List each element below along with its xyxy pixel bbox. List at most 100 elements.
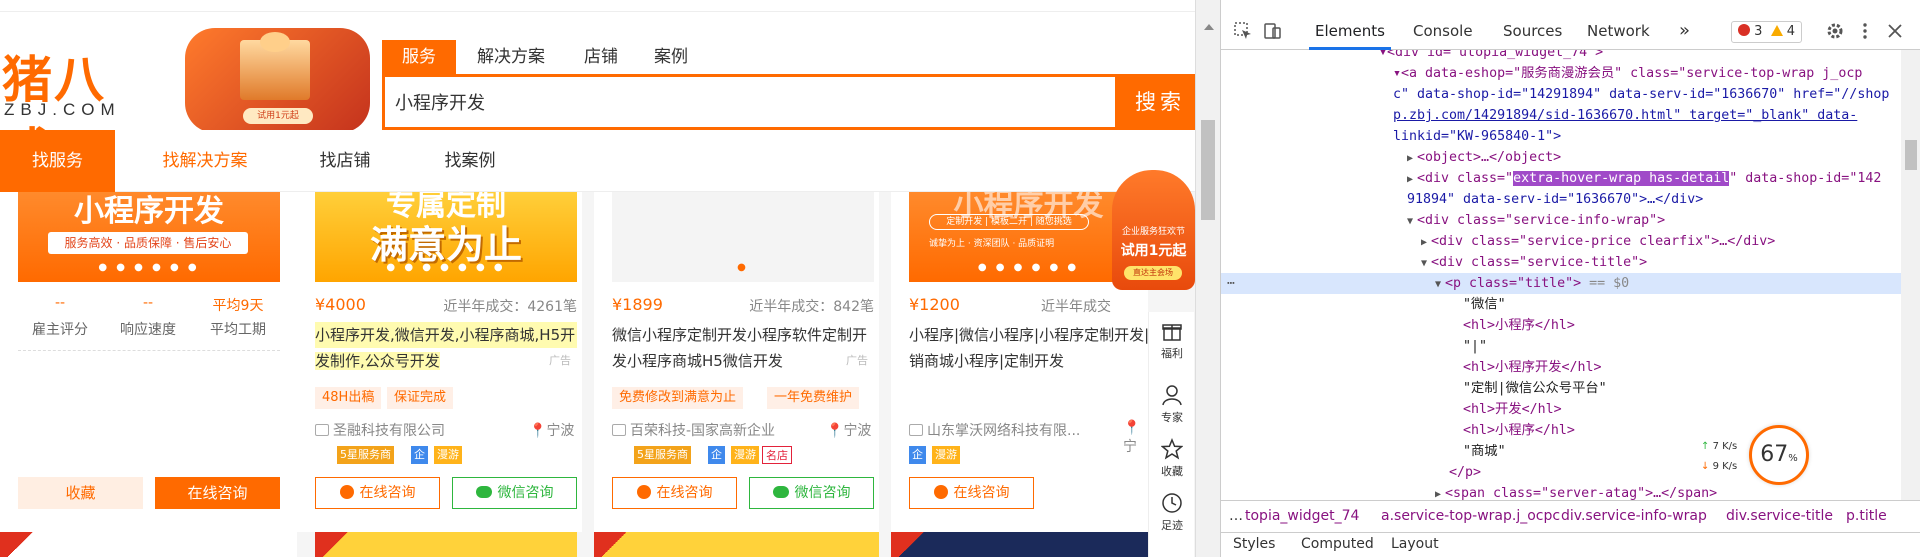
search-tab-case[interactable]: 案例 [636, 40, 706, 74]
gear-icon[interactable] [1825, 21, 1845, 41]
scroll-thumb[interactable] [1201, 120, 1215, 220]
dom-link-text[interactable]: p.zbj.com/14291894/sid-1636670.html" tar… [1393, 108, 1857, 123]
subtab-computed[interactable]: Computed [1301, 536, 1374, 552]
download-speed-text: 9 K/s [1712, 461, 1738, 472]
dom-node-text: "|" [1463, 339, 1488, 354]
service-card[interactable]: 小程序开发 定制开发 | 模板二开 | 随您挑选 诚挚为上 · 资深团队 · 品… [891, 192, 1148, 532]
tab-network[interactable]: Network [1587, 12, 1650, 50]
service-title-line: 小程序开发,微信开发,小程序商城,H5开 [315, 322, 577, 348]
close-icon[interactable] [1885, 21, 1905, 41]
online-consult-button[interactable]: 在线咨询 [612, 477, 737, 509]
service-banner[interactable]: ● [612, 192, 874, 282]
device-toolbar-icon[interactable] [1263, 21, 1283, 41]
dom-node[interactable]: ▶ <div class="service-price clearfix">…</… [1221, 231, 1901, 252]
scroll-thumb[interactable] [1905, 140, 1917, 170]
kebab-menu-icon[interactable] [1855, 21, 1875, 41]
shop-banner[interactable]: 小程序开发 服务高效 · 品质保障 · 售后安心 ● ● ● ● ● ● [18, 192, 280, 282]
search-tab-shop[interactable]: 店铺 [566, 40, 636, 74]
dom-tree[interactable]: ▾<div id="utopia_widget_74"> ▾<a data-es… [1221, 50, 1901, 500]
dom-text-node[interactable]: "定制|微信公众号平台" [1221, 378, 1901, 399]
breadcrumb-item[interactable]: div.service-title [1726, 501, 1833, 531]
subtab-layout[interactable]: Layout [1391, 536, 1439, 552]
side-item-favorite[interactable]: 收藏 [1149, 438, 1195, 479]
dom-node[interactable]: ▼ <div class="service-info-wrap"> [1221, 210, 1901, 231]
btn-label: 在线咨询 [656, 485, 713, 501]
carousel-dots[interactable]: ● ● ● ● ● ● ● [315, 262, 577, 273]
search-tab-solution[interactable]: 解决方案 [456, 40, 566, 74]
service-card[interactable]: ● ¥1899 近半年成交：842笔 微信小程序定制开发小程序软件定制开 发小程… [594, 192, 879, 532]
tab-console[interactable]: Console [1413, 12, 1473, 50]
nav-find-service[interactable]: 找服务 [0, 130, 115, 192]
dom-node[interactable]: ▾<div id="utopia_widget_74"> [1221, 50, 1901, 63]
dom-node-cont: 91894" data-serv-id="1636670">…</div> [1221, 189, 1901, 210]
service-card[interactable]: 专属定制 满意为止 ● ● ● ● ● ● ● ¥4000 近半年成交：4261… [297, 192, 582, 532]
side-item-history[interactable]: 足迹 [1149, 492, 1195, 533]
carousel-dots[interactable]: ● ● ● ● ● ● [18, 262, 280, 273]
nav-find-solution[interactable]: 找解决方案 [130, 130, 280, 192]
memory-gauge[interactable]: 67% [1749, 425, 1809, 485]
dom-text-node[interactable]: "微信" [1221, 294, 1901, 315]
shop-name[interactable]: 山东掌沃网络科技有限... [909, 420, 1080, 440]
festival-float-badge[interactable]: 企业服务狂欢节 试用1元起 直达主会场 [1112, 170, 1195, 290]
wechat-icon [772, 486, 789, 498]
site-logo[interactable]: 猪八戒 ZBJ.COM [0, 40, 150, 181]
service-title[interactable]: 小程序开发,微信开发,小程序商城,H5开 发制作,公众号开发 [315, 322, 577, 374]
nav-find-shop[interactable]: 找店铺 [280, 130, 410, 192]
devtools-scrollbar[interactable] [1901, 50, 1920, 500]
inspect-element-icon[interactable] [1233, 21, 1253, 41]
search-tab-service[interactable]: 服务 [382, 40, 456, 74]
issues-counter[interactable]: 3 4 [1731, 21, 1802, 43]
online-consult-button[interactable]: 在线咨询 [909, 477, 1034, 509]
scroll-up-arrow[interactable] [1204, 24, 1214, 30]
subtab-styles[interactable]: Styles [1233, 536, 1275, 552]
dom-node-text: " data-shop-id="142 [1729, 171, 1882, 186]
dom-node[interactable]: ▶ <div class="extra-hover-wrap has-detail… [1221, 168, 1901, 189]
dom-node-selected[interactable]: ⋯ ▼ <p class="title"> == $0 [1221, 273, 1901, 294]
dom-node-text: <div class="service-title"> [1431, 255, 1648, 270]
favorite-button[interactable]: 收藏 [18, 477, 143, 509]
wechat-consult-button[interactable]: 微信咨询 [452, 477, 577, 509]
online-consult-button[interactable]: 在线咨询 [315, 477, 440, 509]
dom-node-text: <div class=" [1417, 171, 1514, 186]
shop-name[interactable]: 圣融科技有限公司 [315, 420, 445, 440]
breadcrumb-item[interactable]: p.title [1846, 501, 1887, 531]
online-consult-button[interactable]: 在线咨询 [155, 477, 280, 509]
dom-node[interactable]: <hl>开发</hl> [1221, 399, 1901, 420]
dom-text-node[interactable]: "|" [1221, 336, 1901, 357]
dom-node[interactable]: ▶ <object>…</object> [1221, 147, 1901, 168]
dom-node[interactable]: ▼ <div class="service-title"> [1221, 252, 1901, 273]
dom-node[interactable]: <hl>小程序</hl> [1221, 315, 1901, 336]
shop-name[interactable]: 百荣科技-国家高新企业 [612, 420, 775, 440]
tab-elements[interactable]: Elements [1309, 12, 1391, 50]
carousel-dots[interactable]: ● [612, 262, 874, 273]
search-button[interactable]: 搜索 [1115, 74, 1195, 130]
chat-icon [933, 485, 948, 499]
promo-banner[interactable]: 试用1元起 [185, 28, 370, 133]
breadcrumb-item[interactable]: div.service-info-wrap [1561, 501, 1707, 531]
web-page: 猪八戒 ZBJ.COM 试用1元起 服务 解决方案 店铺 案例 搜索 找服务 找… [0, 0, 1195, 557]
ad-label: 广告 [549, 354, 571, 367]
dom-node[interactable]: <hl>小程序开发</hl> [1221, 357, 1901, 378]
tab-sources[interactable]: Sources [1503, 12, 1562, 50]
node-actions-icon[interactable]: ⋯ [1227, 273, 1235, 294]
dom-node-text: <object>…</object> [1417, 150, 1562, 165]
nav-find-case[interactable]: 找案例 [405, 130, 535, 192]
page-scrollbar[interactable] [1195, 0, 1220, 557]
shop-icon [315, 424, 329, 436]
breadcrumb-item[interactable]: topia_widget_74 [1245, 501, 1359, 531]
more-tabs-button[interactable]: » [1679, 12, 1690, 50]
service-title[interactable]: 微信小程序定制开发小程序软件定制开 发小程序商城H5微信开发 [612, 322, 874, 374]
search-input[interactable] [395, 87, 955, 117]
network-speed-widget[interactable]: ↑ 7 K/s ↓ 9 K/s 67% [1691, 425, 1831, 490]
dom-node[interactable]: ▾<a data-eshop="服务商漫游会员" class="service-… [1221, 63, 1901, 84]
side-item-welfare[interactable]: 福利 [1149, 320, 1195, 361]
wechat-consult-button[interactable]: 微信咨询 [749, 477, 874, 509]
service-sold-count: 近半年成交：4261笔 [443, 299, 577, 315]
festival-line1: 企业服务狂欢节 [1121, 227, 1185, 237]
breadcrumb-more[interactable]: … [1229, 501, 1243, 531]
service-banner[interactable]: 专属定制 满意为止 ● ● ● ● ● ● ● [315, 192, 577, 282]
side-item-expert[interactable]: 专家 [1149, 384, 1195, 425]
site-header: 猪八戒 ZBJ.COM 试用1元起 服务 解决方案 店铺 案例 搜索 [0, 12, 1195, 181]
service-title[interactable]: 小程序|微信小程序|小程序定制开发|分 销商城小程序|定制开发 [909, 322, 1148, 374]
breadcrumb-item[interactable]: a.service-top-wrap.j_ocpc [1381, 501, 1560, 531]
